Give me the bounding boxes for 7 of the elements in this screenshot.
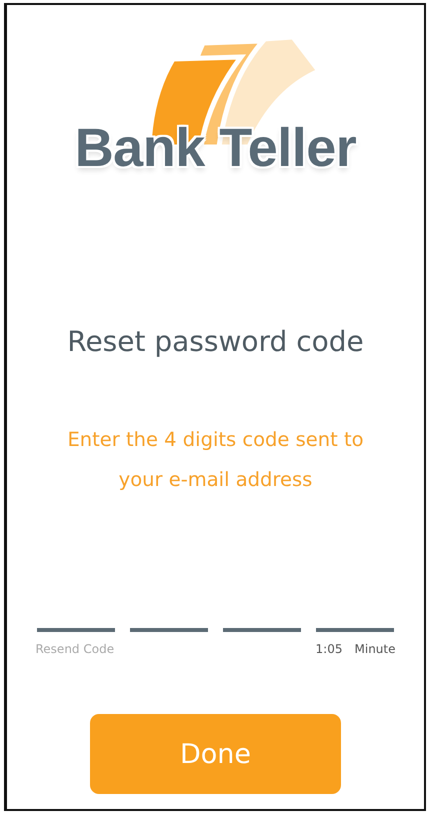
logo-text: Bank Teller [74, 117, 356, 179]
time-unit: Minute [354, 642, 396, 656]
instruction-text: Enter the 4 digits code sent to your e-mail address [66, 427, 365, 493]
page-title: Reset password code [67, 325, 364, 358]
countdown-time: 1:05 [316, 642, 342, 656]
resend-code-link[interactable]: Resend Code [36, 642, 114, 656]
done-button[interactable]: Done [90, 714, 341, 794]
